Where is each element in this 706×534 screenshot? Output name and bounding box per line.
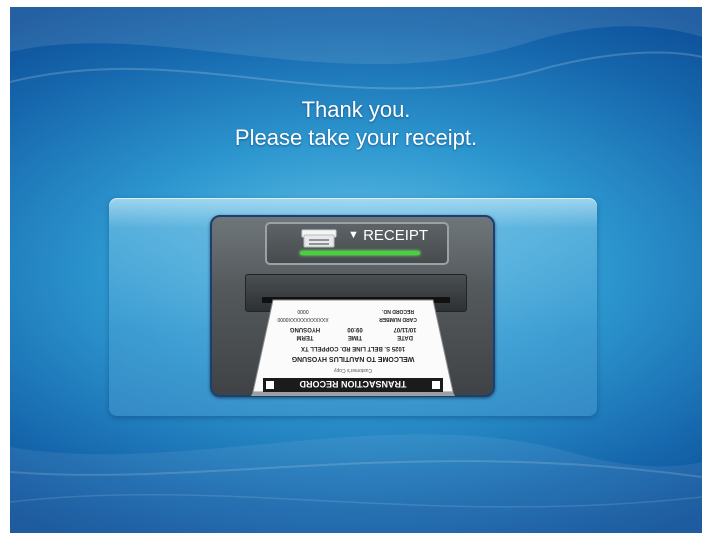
down-arrow-icon: ▼	[348, 229, 359, 241]
receipt-card-label: CARD NUMBER	[379, 316, 417, 322]
receipt-time-label: TIME	[348, 334, 362, 340]
receipt-title: TRANSACTION RECORD	[299, 379, 406, 389]
take-receipt-text: Please take your receipt.	[234, 125, 478, 150]
receipt-paper[interactable]: TRANSACTION RECORD Customer's Copy WELCO…	[243, 298, 463, 398]
receipt-address: 1025 S. BELT LINE RD. COPPELL TX	[301, 345, 405, 351]
receipt-card-value: XXXXXXXXXXXX0000	[277, 316, 328, 322]
receipt-welcome: WELCOME TO NAUTILUS HYOSUNG	[291, 355, 414, 362]
thank-you-text: Thank you.	[301, 97, 411, 122]
receipt-record-value: 0000	[297, 308, 308, 314]
receipt-record-label: RECORD NO.	[381, 308, 414, 314]
receipt-time-value: 09:00	[347, 326, 363, 332]
receipt-subtitle: Customer's Copy	[333, 367, 372, 373]
receipt-term-label: TERM	[297, 334, 314, 340]
receipt-led-indicator	[300, 251, 420, 255]
receipt-date-label: DATE	[397, 334, 413, 340]
receipt-indicator-label: RECEIPT	[363, 227, 429, 244]
receipt-printer-icon	[301, 229, 337, 248]
receipt-label: ▼ RECEIPT	[348, 226, 428, 247]
receipt-term-value: HYOSUNG	[290, 326, 321, 332]
receipt-date-value: 10/11/07	[393, 326, 417, 332]
